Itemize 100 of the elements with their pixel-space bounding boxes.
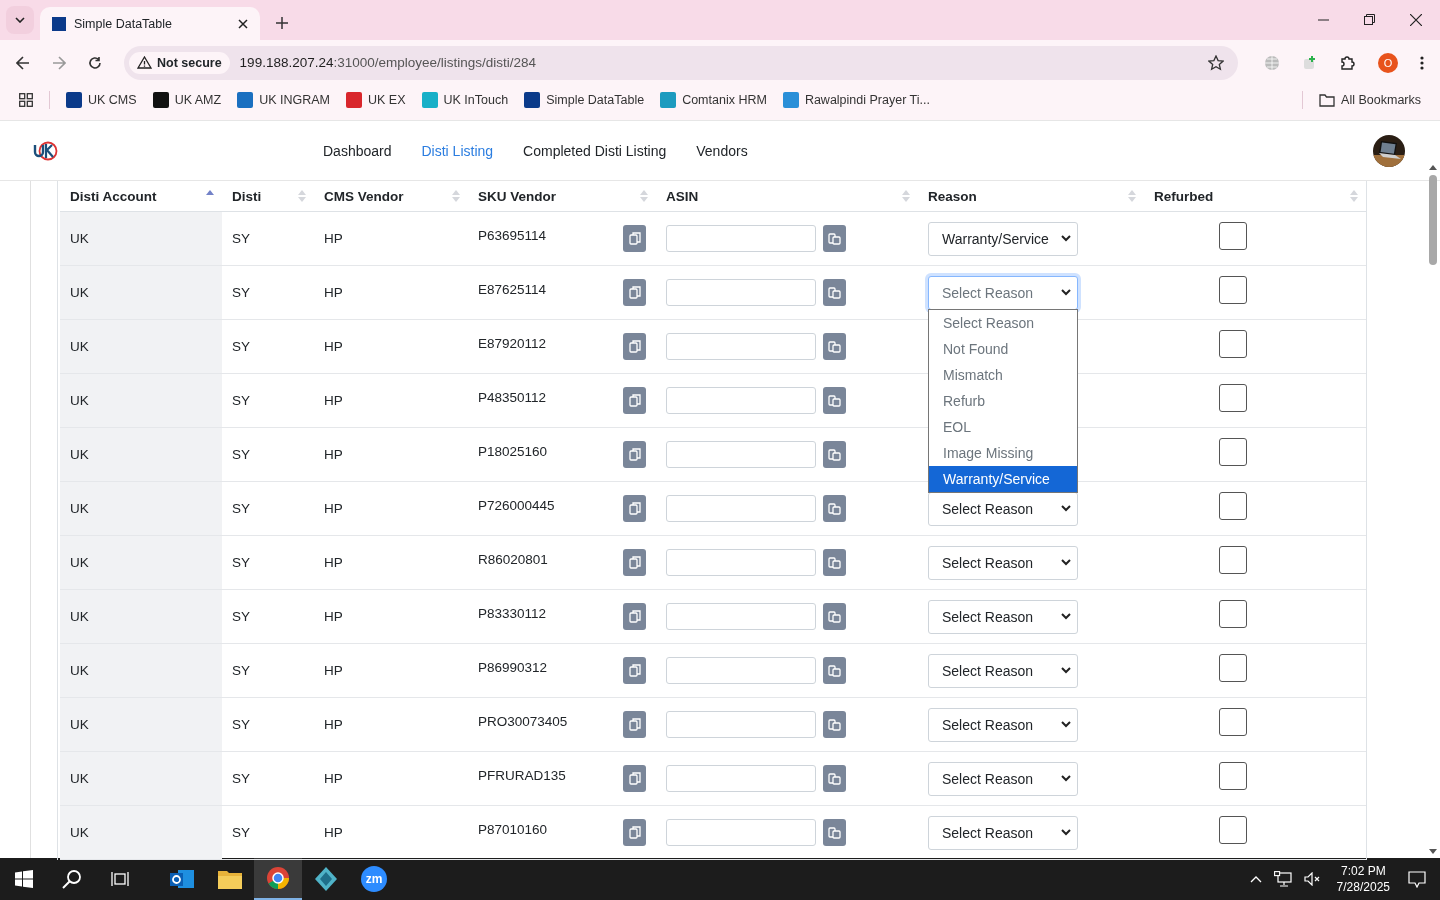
paste-button[interactable] xyxy=(823,657,846,684)
close-icon[interactable] xyxy=(1410,14,1422,26)
profile-avatar[interactable]: O xyxy=(1378,52,1398,73)
extension-icon[interactable] xyxy=(1302,54,1318,71)
asin-input[interactable] xyxy=(666,441,816,468)
asin-input[interactable] xyxy=(666,603,816,630)
refurbed-checkbox[interactable] xyxy=(1218,545,1247,574)
dropdown-option[interactable]: EOL xyxy=(929,414,1077,440)
refurbed-checkbox[interactable] xyxy=(1218,653,1247,682)
paste-button[interactable] xyxy=(823,333,846,360)
refurbed-checkbox[interactable] xyxy=(1218,329,1247,358)
asin-input[interactable] xyxy=(666,711,816,738)
copy-button[interactable] xyxy=(623,711,646,738)
copy-button[interactable] xyxy=(623,441,646,468)
close-icon[interactable] xyxy=(238,18,248,29)
paste-button[interactable] xyxy=(823,441,846,468)
reason-select[interactable]: Select Reason xyxy=(928,707,1078,742)
start-icon[interactable] xyxy=(15,870,33,888)
asin-input[interactable] xyxy=(666,333,816,360)
chevron-up-icon[interactable] xyxy=(1249,875,1262,883)
bookmark-item[interactable]: UK AMZ xyxy=(152,92,222,108)
column-header[interactable]: SKU Vendor xyxy=(468,181,656,211)
taskbar-app[interactable] xyxy=(254,858,302,900)
column-header[interactable]: CMS Vendor xyxy=(314,181,468,211)
paste-button[interactable] xyxy=(823,549,846,576)
bookmark-item[interactable]: UK EX xyxy=(346,92,406,108)
reason-select[interactable]: Select Reason xyxy=(928,761,1078,796)
copy-button[interactable] xyxy=(623,279,646,306)
nav-link[interactable]: Completed Disti Listing xyxy=(523,142,667,159)
column-header[interactable]: Refurbed xyxy=(1144,181,1366,211)
tab-search-button[interactable] xyxy=(6,6,34,34)
asin-input[interactable] xyxy=(666,225,816,252)
task-view-icon[interactable] xyxy=(111,871,129,887)
refurbed-checkbox[interactable] xyxy=(1218,707,1247,736)
star-icon[interactable] xyxy=(1208,54,1224,71)
refurbed-checkbox[interactable] xyxy=(1218,815,1247,844)
address-bar[interactable]: Not secure 199.188.207.24:31000/employee/listings/disti/284 xyxy=(124,45,1238,80)
reason-select[interactable]: Select Reason xyxy=(928,545,1078,580)
reason-select[interactable]: Select Reason xyxy=(928,275,1078,310)
refurbed-checkbox[interactable] xyxy=(1218,383,1247,412)
apps-icon[interactable] xyxy=(19,93,33,107)
mute-icon[interactable] xyxy=(1303,872,1321,886)
asin-input[interactable] xyxy=(666,765,816,792)
column-header[interactable]: ASIN xyxy=(656,181,918,211)
nav-link[interactable]: Disti Listing xyxy=(421,142,494,159)
copy-button[interactable] xyxy=(623,549,646,576)
reason-select[interactable]: Warranty/Service xyxy=(928,221,1078,256)
asin-input[interactable] xyxy=(666,279,816,306)
dropdown-option[interactable]: Not Found xyxy=(929,336,1077,362)
security-chip[interactable]: Not secure xyxy=(129,51,230,74)
paste-button[interactable] xyxy=(823,495,846,522)
paste-button[interactable] xyxy=(823,765,846,792)
refurbed-checkbox[interactable] xyxy=(1218,437,1247,466)
copy-button[interactable] xyxy=(623,333,646,360)
copy-button[interactable] xyxy=(623,657,646,684)
reason-select[interactable]: Select Reason xyxy=(928,599,1078,634)
dropdown-option[interactable]: Refurb xyxy=(929,388,1077,414)
reload-icon[interactable] xyxy=(88,55,102,70)
paste-button[interactable] xyxy=(823,387,846,414)
nav-link[interactable]: Vendors xyxy=(696,142,748,159)
bookmark-item[interactable]: Simple DataTable xyxy=(524,92,645,108)
dropdown-option[interactable]: Select Reason xyxy=(929,310,1077,336)
asin-input[interactable] xyxy=(666,387,816,414)
copy-button[interactable] xyxy=(623,225,646,252)
all-bookmarks-button[interactable]: All Bookmarks xyxy=(1319,93,1421,107)
paste-button[interactable] xyxy=(823,225,846,252)
copy-button[interactable] xyxy=(623,765,646,792)
globe-icon[interactable] xyxy=(1264,54,1280,71)
bookmark-item[interactable]: UK InTouch xyxy=(421,92,509,108)
scroll-thumb[interactable] xyxy=(1428,175,1437,265)
bookmark-item[interactable]: UK INGRAM xyxy=(237,92,330,108)
reason-select[interactable]: Select Reason xyxy=(928,653,1078,688)
network-icon[interactable] xyxy=(1273,871,1292,887)
refurbed-checkbox[interactable] xyxy=(1218,599,1247,628)
copy-button[interactable] xyxy=(623,495,646,522)
restore-icon[interactable] xyxy=(1364,14,1375,25)
refurbed-checkbox[interactable] xyxy=(1218,491,1247,520)
browser-tab[interactable]: Simple DataTable xyxy=(40,7,260,40)
reason-select[interactable]: Select Reason xyxy=(928,491,1078,526)
asin-input[interactable] xyxy=(666,819,816,846)
nav-link[interactable]: Dashboard xyxy=(323,142,392,159)
copy-button[interactable] xyxy=(623,603,646,630)
paste-button[interactable] xyxy=(823,819,846,846)
notification-icon[interactable] xyxy=(1408,870,1426,888)
asin-input[interactable] xyxy=(666,549,816,576)
paste-button[interactable] xyxy=(823,279,846,306)
bookmark-item[interactable]: Comtanix HRM xyxy=(660,92,767,108)
column-header[interactable]: Reason xyxy=(918,181,1144,211)
asin-input[interactable] xyxy=(666,495,816,522)
puzzle-icon[interactable] xyxy=(1340,54,1356,71)
reason-select[interactable]: Select Reason xyxy=(928,815,1078,850)
menu-icon[interactable] xyxy=(1420,55,1424,70)
bookmark-item[interactable]: UK CMS xyxy=(66,92,137,108)
back-icon[interactable] xyxy=(16,55,30,70)
logo-icon[interactable] xyxy=(33,140,59,161)
column-header[interactable]: Disti Account xyxy=(60,181,222,211)
bookmark-item[interactable]: Rawalpindi Prayer Ti... xyxy=(782,92,930,108)
copy-button[interactable] xyxy=(623,819,646,846)
forward-icon[interactable] xyxy=(52,55,66,70)
column-header[interactable]: Disti xyxy=(222,181,314,211)
